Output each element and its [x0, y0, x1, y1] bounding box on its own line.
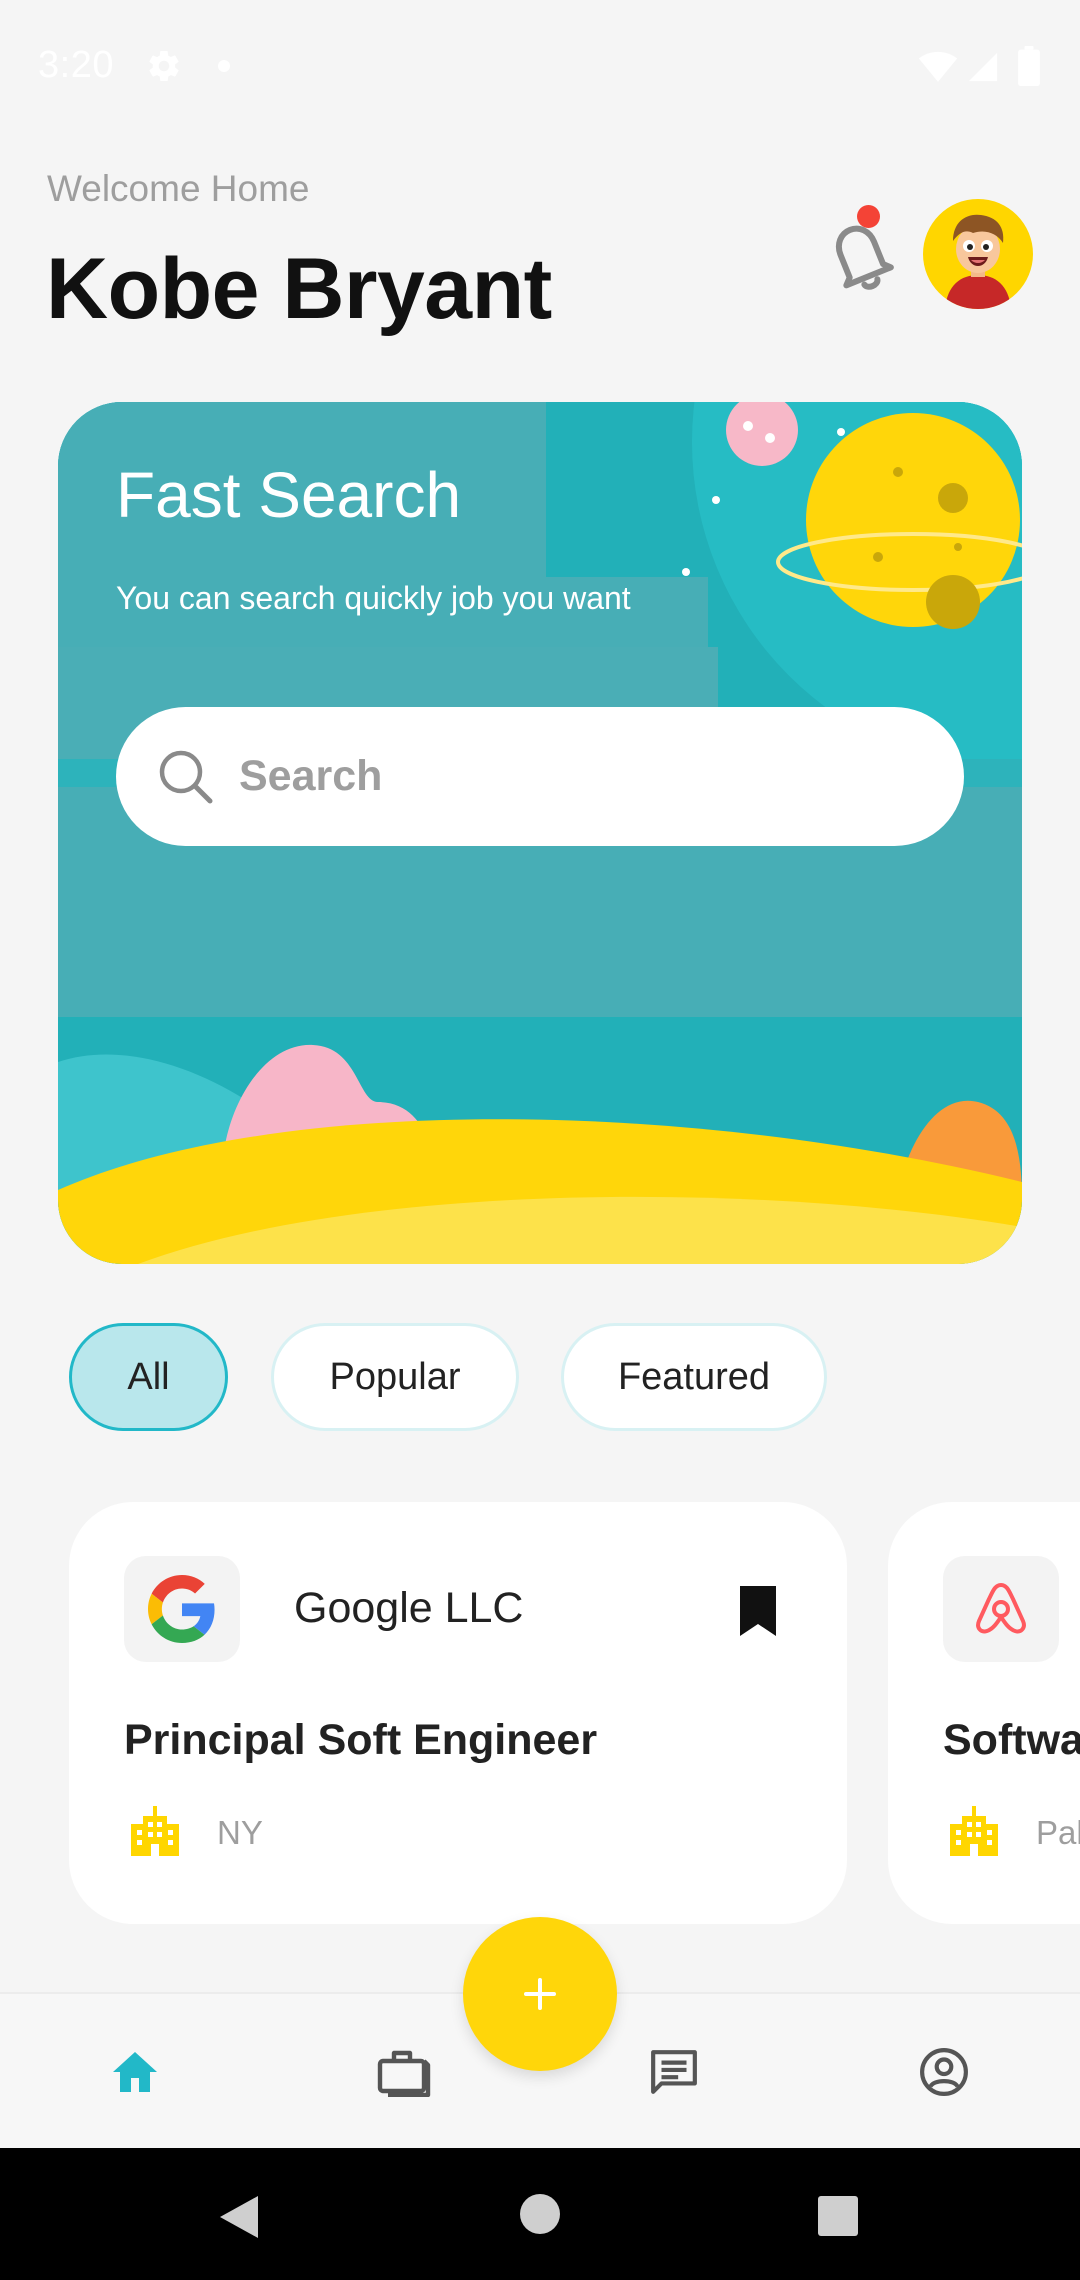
nav-profile[interactable]	[904, 2032, 984, 2112]
company-logo	[943, 1556, 1059, 1662]
status-time: 3:20	[38, 44, 114, 86]
search-bar[interactable]	[116, 707, 964, 846]
plus-icon	[524, 1978, 556, 2010]
home-icon	[113, 2052, 157, 2092]
job-title: Principal Soft Engineer	[124, 1716, 598, 1764]
airbnb-logo	[976, 1583, 1026, 1634]
avatar-illustration	[945, 214, 1011, 309]
battery-icon	[1018, 46, 1040, 86]
filter-chip-featured[interactable]: Featured	[561, 1323, 827, 1431]
system-nav-bar	[0, 2148, 1080, 2280]
wifi-icon	[918, 51, 958, 82]
search-input[interactable]	[239, 743, 919, 809]
job-location: Pal	[1036, 1814, 1080, 1851]
gear-icon	[149, 51, 179, 82]
status-bar: 3:20	[0, 0, 1080, 134]
notification-badge	[857, 205, 880, 228]
bookmark-icon[interactable]	[736, 1584, 780, 1638]
search-icon	[159, 750, 213, 804]
job-card[interactable]: Softwa Pal	[888, 1502, 1080, 1924]
welcome-text: Welcome Home	[47, 168, 310, 209]
user-name: Kobe Bryant	[46, 241, 552, 337]
job-location: NY	[217, 1814, 263, 1851]
recents-icon[interactable]	[818, 2196, 858, 2236]
nav-messages[interactable]	[634, 2032, 714, 2112]
job-card[interactable]: Google LLC Principal Soft Engineer NY	[69, 1502, 847, 1924]
google-logo	[148, 1575, 215, 1643]
back-icon[interactable]	[218, 2194, 260, 2240]
signal-icon	[968, 52, 998, 82]
briefcase-icon	[377, 2050, 431, 2097]
home-screen: 3:20 Welcome Home Kobe Bryant Fast Searc…	[0, 0, 1080, 2280]
nav-home[interactable]	[95, 2032, 175, 2112]
company-name: Google LLC	[294, 1584, 524, 1632]
avatar[interactable]	[923, 199, 1033, 309]
banner-subtitle: You can search quickly job you want	[116, 580, 631, 616]
banner-title: Fast Search	[116, 459, 462, 531]
message-icon	[651, 2050, 697, 2094]
notification-dot	[218, 60, 230, 72]
building-icon	[131, 1806, 179, 1856]
building-icon	[950, 1806, 998, 1856]
job-title: Softwa	[943, 1716, 1080, 1764]
add-button[interactable]	[463, 1917, 617, 2071]
home-system-icon[interactable]	[520, 2194, 560, 2234]
fast-search-banner: Fast Search You can search quickly job y…	[58, 402, 1022, 1264]
filter-chip-popular[interactable]: Popular	[271, 1323, 519, 1431]
nav-jobs[interactable]	[364, 2032, 444, 2112]
profile-icon	[920, 2048, 968, 2096]
filter-chip-all[interactable]: All	[69, 1323, 228, 1431]
company-logo	[124, 1556, 240, 1662]
